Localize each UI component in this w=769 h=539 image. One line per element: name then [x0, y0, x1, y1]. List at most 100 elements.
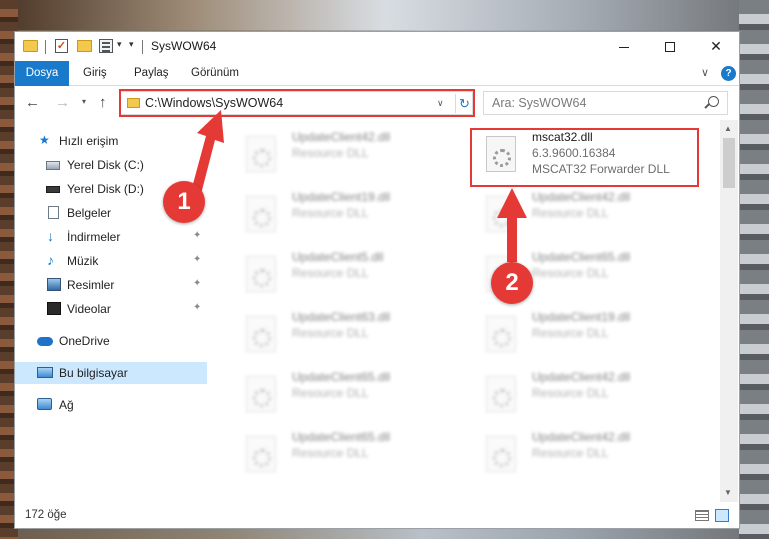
tab-view[interactable]: Görünüm [185, 61, 245, 86]
pictures-icon [47, 278, 61, 291]
tiles-view-icon[interactable] [715, 509, 729, 522]
quick-access-properties-icon[interactable] [99, 39, 113, 53]
sidebar-item-quick-access[interactable]: ★ Hızlı erişim [15, 130, 207, 152]
tab-file[interactable]: Dosya [15, 61, 69, 86]
file-description: Resource DLL [292, 386, 369, 400]
file-description: Resource DLL [292, 206, 369, 220]
sidebar-item-label: OneDrive [59, 334, 110, 348]
dll-file-icon [246, 196, 276, 232]
step-badge-2: 2 [491, 262, 533, 304]
file-name: UpdateClient42.dll [292, 130, 391, 144]
file-description: Resource DLL [292, 146, 369, 160]
file-description: Resource DLL [532, 446, 609, 460]
up-button[interactable]: ↑ [99, 94, 107, 111]
file-tile[interactable]: UpdateClient65.dll Resource DLL [232, 366, 462, 422]
dll-file-icon [246, 376, 276, 412]
file-name: UpdateClient42.dll [532, 190, 631, 204]
pin-icon[interactable]: ✦ [193, 230, 201, 241]
sidebar-item-label: Bu bilgisayar [59, 366, 128, 380]
sidebar-item-onedrive[interactable]: OneDrive [15, 330, 207, 352]
sidebar-item-music[interactable]: ♪ Müzik ✦ [15, 250, 207, 272]
dll-file-icon [246, 256, 276, 292]
status-bar: 172 öğe [15, 502, 739, 528]
file-description: Resource DLL [292, 326, 369, 340]
music-icon: ♪ [47, 252, 54, 268]
dll-file-icon [486, 376, 516, 412]
file-tile[interactable]: UpdateClient42.dll Resource DLL [232, 126, 462, 182]
disk-icon [46, 161, 60, 170]
pin-icon[interactable]: ✦ [193, 278, 201, 289]
sidebar-item-pictures[interactable]: Resimler ✦ [15, 274, 207, 296]
desktop-background-right [739, 0, 769, 539]
file-description: Resource DLL [532, 326, 609, 340]
download-icon: ↓ [47, 228, 54, 244]
address-row: ← → ▾ ↑ C:\Windows\SysWOW64 ∨ ↻ Ara: Sys… [15, 86, 739, 120]
help-icon[interactable]: ? [721, 66, 736, 81]
file-description: Resource DLL [292, 446, 369, 460]
ribbon-tabs: Dosya Giriş Paylaş Görünüm ∨ ? [15, 61, 739, 86]
address-highlight-box [119, 89, 475, 117]
file-highlight-box [470, 128, 699, 187]
new-folder-icon[interactable] [77, 40, 92, 52]
file-name: UpdateClient65.dll [292, 430, 391, 444]
file-tile[interactable]: UpdateClient65.dll Resource DLL [232, 426, 462, 482]
file-name: UpdateClient19.dll [532, 310, 631, 324]
scroll-down-icon[interactable]: ▼ [724, 488, 732, 497]
sidebar-item-label: Ağ [59, 398, 74, 412]
onedrive-icon [37, 337, 53, 346]
disk-icon [46, 186, 60, 193]
back-button[interactable]: ← [25, 94, 40, 111]
minimize-button[interactable] [601, 32, 647, 61]
dll-file-icon [486, 436, 516, 472]
forward-button[interactable]: → [55, 94, 70, 111]
search-icon[interactable] [708, 96, 719, 107]
close-button[interactable]: ✕ [693, 32, 739, 61]
maximize-button[interactable] [647, 32, 693, 61]
star-icon: ★ [39, 133, 50, 147]
file-name: UpdateClient19.dll [292, 190, 391, 204]
document-icon [48, 206, 59, 219]
quick-access-dropdown-icon[interactable]: ▾ [117, 39, 122, 55]
recent-locations-icon[interactable]: ▾ [82, 97, 86, 106]
dll-file-icon [246, 136, 276, 172]
file-tile[interactable]: UpdateClient42.dll Resource DLL [472, 366, 702, 422]
quick-access-separator [45, 40, 46, 54]
sidebar-item-label: Videolar [67, 302, 111, 316]
file-tile[interactable]: UpdateClient42.dll Resource DLL [472, 186, 702, 242]
scroll-thumb[interactable] [723, 138, 735, 188]
sidebar-item-network[interactable]: Ağ [15, 394, 207, 416]
details-view-icon[interactable] [695, 510, 709, 521]
file-tile[interactable]: UpdateClient63.dll Resource DLL [232, 306, 462, 362]
sidebar-item-label: Müzik [67, 254, 99, 268]
file-description: Resource DLL [532, 386, 609, 400]
properties-check-icon[interactable]: ✓ [55, 39, 68, 53]
tab-home[interactable]: Giriş [77, 61, 113, 86]
file-name: UpdateClient5.dll [292, 250, 384, 264]
sidebar-item-downloads[interactable]: ↓ İndirmeler ✦ [15, 226, 207, 248]
file-tile[interactable]: UpdateClient42.dll Resource DLL [472, 426, 702, 482]
search-box[interactable]: Ara: SysWOW64 [483, 91, 728, 115]
file-description: Resource DLL [292, 266, 369, 280]
ribbon-expand-icon[interactable]: ∨ [701, 66, 709, 79]
video-icon [47, 302, 61, 315]
tab-share[interactable]: Paylaş [128, 61, 175, 86]
pin-icon[interactable]: ✦ [193, 254, 201, 265]
file-tile[interactable]: UpdateClient19.dll Resource DLL [472, 306, 702, 362]
sidebar-item-this-pc[interactable]: Bu bilgisayar [15, 362, 207, 384]
title-separator [142, 40, 143, 54]
scroll-up-icon[interactable]: ▲ [724, 124, 732, 133]
search-input[interactable]: Ara: SysWOW64 [492, 96, 586, 110]
file-name: UpdateClient42.dll [532, 430, 631, 444]
sidebar-item-label: Yerel Disk (C:) [67, 158, 144, 172]
pin-icon[interactable]: ✦ [193, 302, 201, 313]
sidebar-item-disk-c[interactable]: Yerel Disk (C:) [15, 154, 207, 176]
file-tile[interactable]: UpdateClient5.dll Resource DLL [232, 246, 462, 302]
desktop-background-top [0, 0, 769, 30]
file-tile[interactable]: UpdateClient19.dll Resource DLL [232, 186, 462, 242]
vertical-scrollbar[interactable]: ▲ ▼ [720, 120, 738, 502]
minimize-icon [619, 46, 629, 48]
customize-toolbar-icon[interactable]: ▾ [129, 39, 134, 55]
maximize-icon [665, 42, 675, 53]
dll-file-icon [246, 316, 276, 352]
sidebar-item-videos[interactable]: Videolar ✦ [15, 298, 207, 320]
